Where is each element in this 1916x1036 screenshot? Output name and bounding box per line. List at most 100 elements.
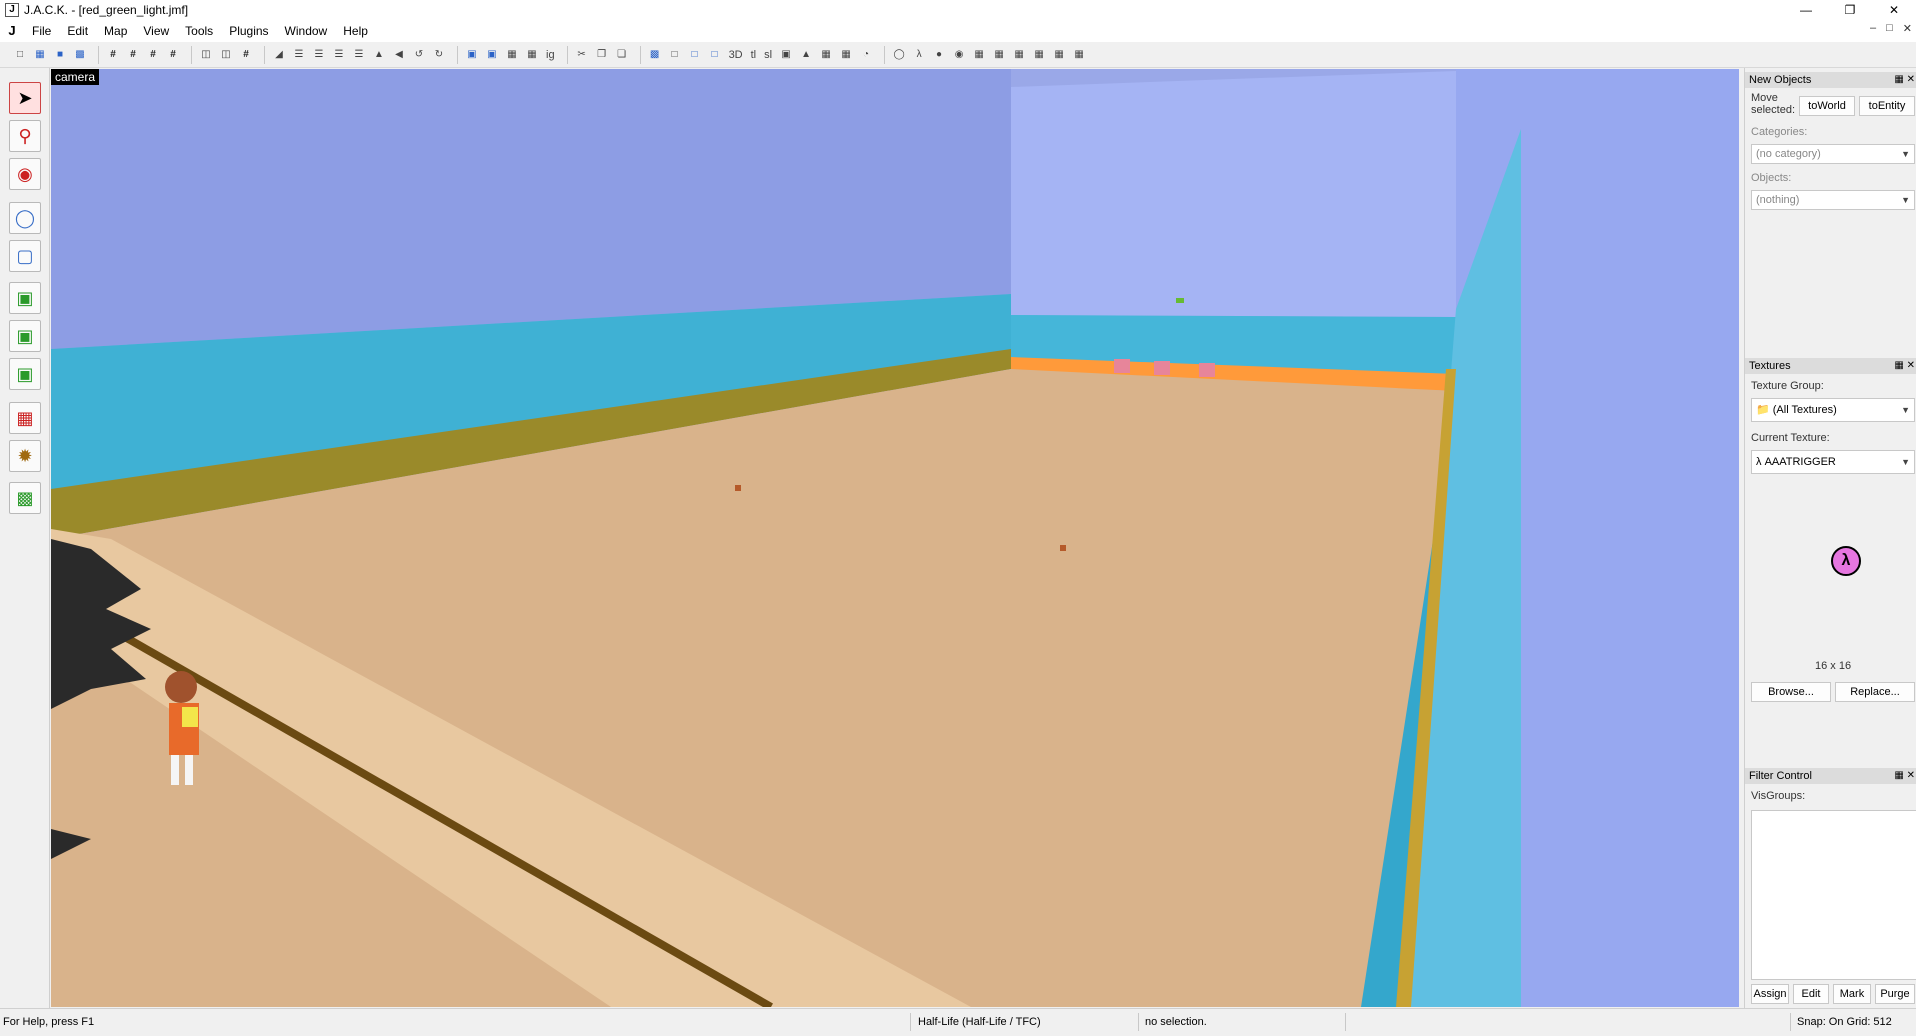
- menu-file[interactable]: File: [24, 20, 59, 42]
- edit-button[interactable]: Edit: [1793, 984, 1829, 1004]
- texture-app-icon[interactable]: ▦: [1071, 47, 1087, 63]
- select-box-icon[interactable]: □: [667, 47, 683, 63]
- mdi-restore-button[interactable]: □: [1886, 22, 1893, 35]
- panel-buttons-icon[interactable]: ▦ ✕: [1894, 768, 1915, 784]
- maximize-button[interactable]: ❐: [1828, 0, 1872, 20]
- colors-icon[interactable]: ●: [931, 47, 947, 63]
- magnify-tool-icon[interactable]: ⚲: [9, 120, 41, 152]
- purge-button[interactable]: Purge: [1875, 984, 1915, 1004]
- to-world-button[interactable]: toWorld: [1799, 96, 1855, 116]
- book-icon[interactable]: ▦: [971, 47, 987, 63]
- mark-button[interactable]: Mark: [1833, 984, 1871, 1004]
- snap-grid-icon[interactable]: #: [238, 47, 254, 63]
- hide-selected-icon[interactable]: ▦: [504, 47, 520, 63]
- select-all-icon[interactable]: □: [687, 47, 703, 63]
- entity-tool-icon[interactable]: ▣: [9, 282, 41, 314]
- scale-lock-button[interactable]: sl: [762, 47, 774, 63]
- panel-buttons-icon[interactable]: ▦ ✕: [1894, 358, 1915, 374]
- boolean-icon[interactable]: ▦: [991, 47, 1007, 63]
- cut-icon[interactable]: ✂: [574, 47, 590, 63]
- entity-icon[interactable]: ▲: [798, 47, 814, 63]
- save-icon[interactable]: ■: [52, 47, 68, 63]
- menu-help[interactable]: Help: [335, 20, 376, 42]
- document-icon[interactable]: J: [4, 23, 20, 39]
- clip-icon[interactable]: ▦: [1051, 47, 1067, 63]
- categories-select[interactable]: (no category) ▼: [1751, 144, 1915, 164]
- select-cursor-icon[interactable]: □: [707, 47, 723, 63]
- copy-icon[interactable]: ❐: [594, 47, 610, 63]
- grid-smaller-icon[interactable]: #: [145, 47, 161, 63]
- camera-viewport[interactable]: camera: [51, 69, 1739, 1007]
- viewport-label[interactable]: camera: [51, 69, 100, 85]
- lock-icon[interactable]: ▣: [778, 47, 794, 63]
- menu-tools[interactable]: Tools: [177, 20, 221, 42]
- menu-window[interactable]: Window: [277, 20, 336, 42]
- back-marker: [1154, 361, 1170, 375]
- selection-tool-icon[interactable]: ➤: [9, 82, 41, 114]
- objects-select[interactable]: (nothing) ▼: [1751, 190, 1915, 210]
- rotate-left-icon[interactable]: ↺: [411, 47, 427, 63]
- browse-button[interactable]: Browse...: [1751, 682, 1831, 702]
- hint-icon[interactable]: ▦: [1031, 47, 1047, 63]
- open-file-icon[interactable]: ▦: [32, 47, 48, 63]
- back-marker: [1114, 359, 1130, 373]
- flip-horizontal-icon[interactable]: ▲: [371, 47, 387, 63]
- menu-plugins[interactable]: Plugins: [221, 20, 276, 42]
- decal-icon[interactable]: ◔: [858, 47, 874, 63]
- vertex-tool-icon[interactable]: ✹: [9, 440, 41, 472]
- assign-button[interactable]: Assign: [1751, 984, 1789, 1004]
- mdi-minimize-button[interactable]: –: [1870, 22, 1876, 35]
- camera-settings-icon[interactable]: ◉: [951, 47, 967, 63]
- path-tool-icon[interactable]: ▩: [9, 482, 41, 514]
- texture-lock-icon[interactable]: ▩: [647, 47, 663, 63]
- menu-map[interactable]: Map: [96, 20, 135, 42]
- carve-icon[interactable]: ◢: [271, 47, 287, 63]
- menu-view[interactable]: View: [135, 20, 177, 42]
- light-tool-icon[interactable]: ◯: [9, 202, 41, 234]
- view-3d-button[interactable]: 3D: [727, 47, 745, 63]
- vertex-icon[interactable]: ▦: [838, 47, 854, 63]
- decal-tool-icon[interactable]: ▦: [9, 402, 41, 434]
- texture-tool-icon[interactable]: ▣: [9, 320, 41, 352]
- close-button[interactable]: ✕: [1872, 0, 1916, 20]
- camera-tool-icon[interactable]: ◉: [9, 158, 41, 190]
- paint-icon[interactable]: ▦: [1011, 47, 1027, 63]
- rotate-right-icon[interactable]: ↻: [431, 47, 447, 63]
- ungroup-icon[interactable]: ◫: [218, 47, 234, 63]
- ignore-groups-button[interactable]: ig: [544, 47, 557, 63]
- block-tool-icon[interactable]: ▢: [9, 240, 41, 272]
- grid-3d-icon[interactable]: #: [125, 47, 141, 63]
- align-left-icon[interactable]: ☰: [291, 47, 307, 63]
- flip-vertical-icon[interactable]: ◀: [391, 47, 407, 63]
- texture-lock-button[interactable]: tl: [749, 47, 759, 63]
- visgroups-list[interactable]: [1751, 810, 1916, 980]
- lambda-icon[interactable]: λ: [911, 47, 927, 63]
- group-icon[interactable]: ◫: [198, 47, 214, 63]
- brush-icon[interactable]: ▦: [818, 47, 834, 63]
- circle-tool-icon[interactable]: ◯: [891, 47, 907, 63]
- save-all-icon[interactable]: ▩: [72, 47, 88, 63]
- texture-group-select[interactable]: 📁 (All Textures) ▼: [1751, 398, 1915, 422]
- grid-icon[interactable]: #: [105, 47, 121, 63]
- align-right-icon[interactable]: ☰: [311, 47, 327, 63]
- new-file-icon[interactable]: □: [12, 47, 28, 63]
- traffic-light: [1176, 298, 1184, 303]
- current-texture-select[interactable]: λ AAATRIGGER ▼: [1751, 450, 1915, 474]
- paste-icon[interactable]: ❏: [614, 47, 630, 63]
- floor-prop: [1060, 545, 1066, 551]
- main-toolbar: □ ▦ ■ ▩ # # # # ◫ ◫ # ◢ ☰ ☰ ☰ ☰ ▲ ◀ ↺ ↻ …: [0, 42, 1916, 68]
- minimize-button[interactable]: —: [1784, 0, 1828, 20]
- align-bottom-icon[interactable]: ☰: [351, 47, 367, 63]
- mdi-close-button[interactable]: ✕: [1903, 22, 1912, 35]
- align-top-icon[interactable]: ☰: [331, 47, 347, 63]
- clip-tool-icon[interactable]: ▣: [9, 358, 41, 390]
- menu-edit[interactable]: Edit: [59, 20, 96, 42]
- panel-buttons-icon[interactable]: ▦ ✕: [1894, 72, 1915, 88]
- hide-unselected-icon[interactable]: ▦: [524, 47, 540, 63]
- to-entity-button[interactable]: toEntity: [1859, 96, 1915, 116]
- compile-icon[interactable]: ▣: [464, 47, 480, 63]
- run-icon[interactable]: ▣: [484, 47, 500, 63]
- grid-larger-icon[interactable]: #: [165, 47, 181, 63]
- replace-button[interactable]: Replace...: [1835, 682, 1915, 702]
- new-objects-title: New Objects: [1749, 74, 1812, 86]
